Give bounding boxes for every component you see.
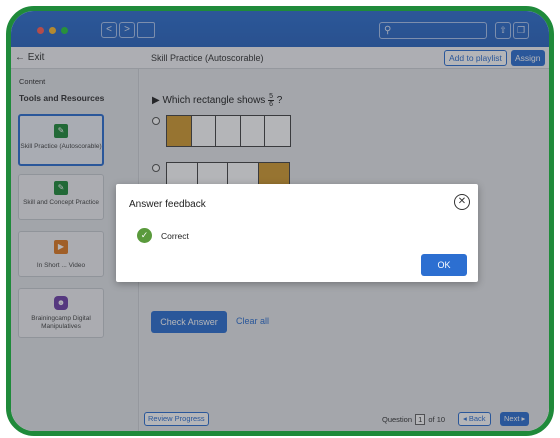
answer-feedback-dialog: Answer feedback ✕ ✓ Correct OK [116, 184, 478, 282]
check-circle-icon: ✓ [137, 228, 152, 243]
ok-button[interactable]: OK [421, 254, 467, 276]
dialog-title: Answer feedback [129, 199, 206, 210]
close-icon[interactable]: ✕ [454, 194, 470, 210]
result-text: Correct [161, 231, 189, 241]
